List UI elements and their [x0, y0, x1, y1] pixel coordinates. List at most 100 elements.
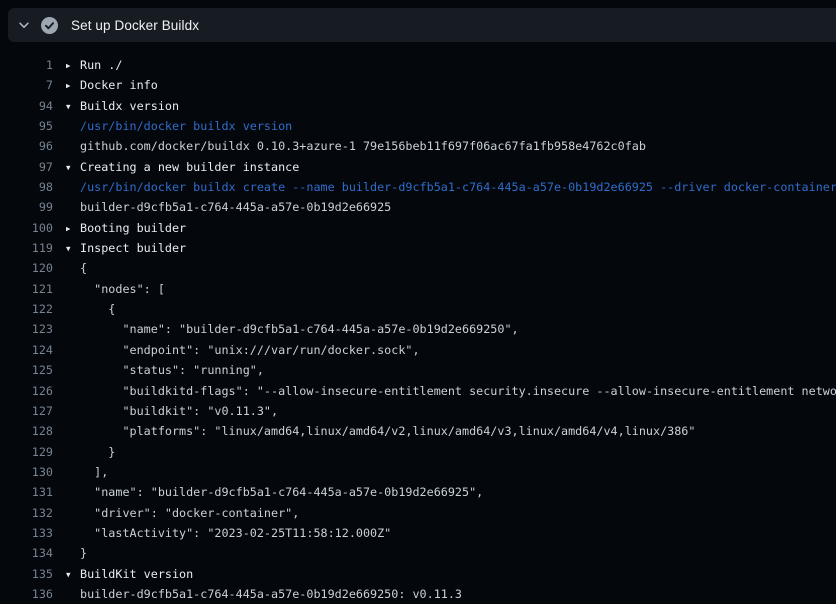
line-number[interactable]: 7 — [0, 75, 53, 95]
line-number[interactable]: 123 — [0, 319, 53, 339]
log-row: 126 "buildkitd-flags": "--allow-insecure… — [0, 381, 836, 401]
log-row: 98/usr/bin/docker buildx create --name b… — [0, 177, 836, 197]
output-text: "lastActivity": "2023-02-25T11:58:12.000… — [53, 523, 391, 543]
output-text: "status": "running", — [53, 360, 264, 380]
group-title: Buildx version — [80, 99, 179, 113]
output-text: } — [53, 543, 87, 563]
line-number[interactable]: 120 — [0, 258, 53, 278]
triangle-expanded-icon: ▼ — [66, 158, 80, 177]
log-row: 95/usr/bin/docker buildx version — [0, 116, 836, 136]
line-number[interactable]: 97 — [0, 157, 53, 177]
output-text: } — [53, 442, 115, 462]
line-number[interactable]: 98 — [0, 177, 53, 197]
line-number[interactable]: 119 — [0, 238, 53, 258]
step-header[interactable]: Set up Docker Buildx — [8, 8, 836, 42]
log-row: 122 { — [0, 299, 836, 319]
line-number[interactable]: 99 — [0, 197, 53, 217]
group-content: ▶Booting builder — [53, 218, 186, 238]
output-text: { — [53, 258, 87, 278]
log-row: 120{ — [0, 258, 836, 278]
line-number[interactable]: 132 — [0, 503, 53, 523]
line-number[interactable]: 127 — [0, 401, 53, 421]
group-content: ▼Inspect builder — [53, 238, 186, 258]
group-content: ▼Creating a new builder instance — [53, 157, 299, 177]
line-number[interactable]: 136 — [0, 584, 53, 604]
output-text: "nodes": [ — [53, 279, 165, 299]
line-number[interactable]: 121 — [0, 279, 53, 299]
log-group-row[interactable]: 1▶Run ./ — [0, 55, 836, 75]
line-number[interactable]: 100 — [0, 218, 53, 238]
check-circle-icon — [41, 17, 58, 34]
output-text: "platforms": "linux/amd64,linux/amd64/v2… — [53, 421, 695, 441]
triangle-expanded-icon: ▼ — [66, 97, 80, 116]
log-lines: 1▶Run ./7▶Docker info94▼Buildx version95… — [0, 42, 836, 604]
line-number[interactable]: 124 — [0, 340, 53, 360]
line-number[interactable]: 129 — [0, 442, 53, 462]
log-row: 130 ], — [0, 462, 836, 482]
log-row: 136builder-d9cfb5a1-c764-445a-a57e-0b19d… — [0, 584, 836, 604]
log-row: 125 "status": "running", — [0, 360, 836, 380]
log-row: 129 } — [0, 442, 836, 462]
group-title: Creating a new builder instance — [80, 160, 299, 174]
output-text: "endpoint": "unix:///var/run/docker.sock… — [53, 340, 420, 360]
output-text: builder-d9cfb5a1-c764-445a-a57e-0b19d2e6… — [53, 197, 391, 217]
output-text: "buildkitd-flags": "--allow-insecure-ent… — [53, 381, 836, 401]
group-title: Docker info — [80, 78, 158, 92]
output-text: { — [53, 299, 115, 319]
line-number[interactable]: 122 — [0, 299, 53, 319]
output-text: "name": "builder-d9cfb5a1-c764-445a-a57e… — [53, 482, 483, 502]
log-row: 133 "lastActivity": "2023-02-25T11:58:12… — [0, 523, 836, 543]
line-number[interactable]: 130 — [0, 462, 53, 482]
group-title: Inspect builder — [80, 241, 186, 255]
output-text: ], — [53, 462, 108, 482]
group-title: BuildKit version — [80, 567, 193, 581]
line-number[interactable]: 133 — [0, 523, 53, 543]
log-row: 132 "driver": "docker-container", — [0, 503, 836, 523]
group-content: ▶Run ./ — [53, 55, 122, 75]
log-row: 127 "buildkit": "v0.11.3", — [0, 401, 836, 421]
log-row: 124 "endpoint": "unix:///var/run/docker.… — [0, 340, 836, 360]
log-row: 123 "name": "builder-d9cfb5a1-c764-445a-… — [0, 319, 836, 339]
line-number[interactable]: 125 — [0, 360, 53, 380]
group-title: Booting builder — [80, 221, 186, 235]
command-text: /usr/bin/docker buildx create --name bui… — [53, 177, 836, 197]
line-number[interactable]: 126 — [0, 381, 53, 401]
output-text: github.com/docker/buildx 0.10.3+azure-1 … — [53, 136, 646, 156]
triangle-expanded-icon: ▼ — [66, 565, 80, 584]
triangle-collapsed-icon: ▶ — [66, 76, 80, 95]
triangle-collapsed-icon: ▶ — [66, 56, 80, 75]
log-row: 121 "nodes": [ — [0, 279, 836, 299]
group-content: ▶Docker info — [53, 75, 158, 95]
output-text: "driver": "docker-container", — [53, 503, 299, 523]
chevron-down-icon[interactable] — [17, 18, 31, 32]
step-title: Set up Docker Buildx — [71, 18, 199, 33]
output-text: "buildkit": "v0.11.3", — [53, 401, 278, 421]
log-group-row[interactable]: 97▼Creating a new builder instance — [0, 157, 836, 177]
log-group-row[interactable]: 7▶Docker info — [0, 75, 836, 95]
triangle-expanded-icon: ▼ — [66, 239, 80, 258]
log-row: 96github.com/docker/buildx 0.10.3+azure-… — [0, 136, 836, 156]
log-row: 99builder-d9cfb5a1-c764-445a-a57e-0b19d2… — [0, 197, 836, 217]
output-text: "name": "builder-d9cfb5a1-c764-445a-a57e… — [53, 319, 519, 339]
output-text: builder-d9cfb5a1-c764-445a-a57e-0b19d2e6… — [53, 584, 462, 604]
line-number[interactable]: 95 — [0, 116, 53, 136]
line-number[interactable]: 134 — [0, 543, 53, 563]
line-number[interactable]: 94 — [0, 96, 53, 116]
group-content: ▼BuildKit version — [53, 564, 193, 584]
command-text: /usr/bin/docker buildx version — [53, 116, 292, 136]
log-group-row[interactable]: 94▼Buildx version — [0, 96, 836, 116]
log-group-row[interactable]: 119▼Inspect builder — [0, 238, 836, 258]
line-number[interactable]: 135 — [0, 564, 53, 584]
log-row: 134} — [0, 543, 836, 563]
line-number[interactable]: 1 — [0, 55, 53, 75]
group-title: Run ./ — [80, 58, 122, 72]
line-number[interactable]: 131 — [0, 482, 53, 502]
log-row: 128 "platforms": "linux/amd64,linux/amd6… — [0, 421, 836, 441]
log-group-row[interactable]: 100▶Booting builder — [0, 218, 836, 238]
line-number[interactable]: 96 — [0, 136, 53, 156]
log-group-row[interactable]: 135▼BuildKit version — [0, 564, 836, 584]
group-content: ▼Buildx version — [53, 96, 179, 116]
triangle-collapsed-icon: ▶ — [66, 219, 80, 238]
line-number[interactable]: 128 — [0, 421, 53, 441]
log-row: 131 "name": "builder-d9cfb5a1-c764-445a-… — [0, 482, 836, 502]
